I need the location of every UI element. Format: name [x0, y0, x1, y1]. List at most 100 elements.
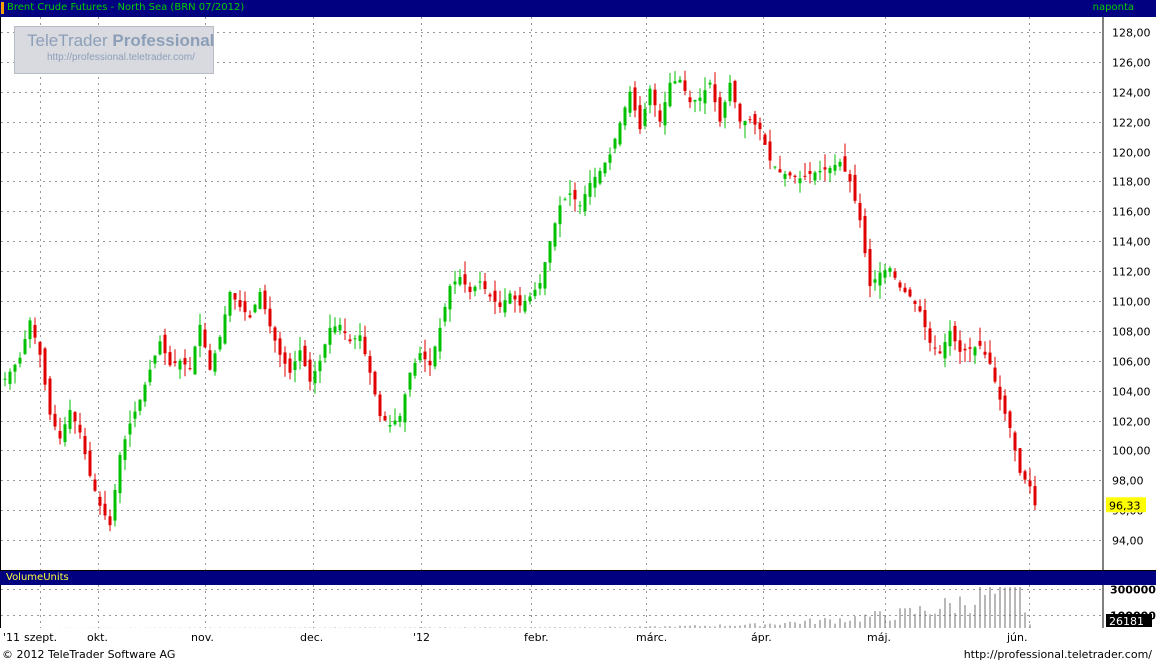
candle-down [733, 81, 737, 103]
date-tick-label: nov. [191, 631, 214, 644]
candle-down [893, 271, 897, 278]
copyright-text: © 2012 TeleTrader Software AG [2, 648, 176, 661]
candle-down [423, 351, 427, 360]
candle-up [563, 199, 567, 201]
date-tick-label: dec. [300, 631, 323, 644]
candle-up [68, 410, 72, 429]
candle-up [298, 350, 302, 361]
candle-up [648, 88, 652, 106]
candle-up [418, 353, 422, 360]
candle-down [823, 167, 827, 170]
date-axis-panel [0, 628, 1156, 644]
candle-up [358, 335, 362, 341]
candle-down [493, 290, 497, 302]
candle-down [108, 516, 112, 526]
candle-down [233, 293, 237, 300]
candle-up [693, 99, 697, 102]
candle-up [533, 289, 537, 297]
candle-down [933, 347, 937, 349]
candle-up [328, 327, 332, 345]
candle-down [288, 358, 292, 373]
date-tick-label: ápr. [751, 631, 772, 644]
candle-up [253, 304, 257, 313]
candle-up [113, 490, 117, 521]
candle-up [528, 296, 532, 302]
candle-down [348, 339, 352, 342]
price-tick-label: 100,00 [1112, 445, 1151, 458]
candle-up [943, 342, 947, 359]
date-tick-label: '11 [3, 631, 20, 644]
candle-down [978, 340, 982, 346]
candle-down [468, 286, 472, 293]
candle-down [748, 119, 752, 121]
chart-svg[interactable]: 128,00 126,00 124,00 122,00 120,00 118,00 116,… [0, 0, 1156, 664]
candle-down [808, 171, 812, 174]
candle-up [568, 193, 572, 195]
candle-down [688, 97, 692, 103]
candle-down [903, 287, 907, 293]
candle-down [863, 216, 867, 254]
candle-up [338, 324, 342, 331]
candle-down [428, 360, 432, 366]
candle-down [88, 450, 92, 476]
candle-down [308, 359, 312, 382]
candle-down [53, 413, 57, 427]
candle-down [998, 386, 1002, 400]
candle-up [353, 338, 357, 340]
candle-down [243, 301, 247, 313]
footer-url[interactable]: http://professional.teletrader.com/ [964, 648, 1152, 661]
candle-up [673, 81, 677, 84]
candle-down [653, 89, 657, 106]
candle-down [963, 348, 967, 351]
teletrader-watermark: TeleTrader Professional http://professio… [14, 26, 214, 74]
candle-down [778, 169, 782, 173]
candle-up [318, 360, 322, 372]
candle-down [848, 174, 852, 182]
candle-up [223, 314, 227, 344]
candle-up [408, 372, 412, 390]
candle-down [1003, 395, 1007, 414]
candle-down [683, 80, 687, 91]
candle-up [473, 286, 477, 292]
candle-down [343, 331, 347, 334]
candle-up [213, 353, 217, 372]
candle-down [968, 347, 972, 349]
candle-down [843, 156, 847, 172]
date-tick-label: márc. [636, 631, 667, 644]
candle-down [58, 430, 62, 439]
candle-down [1013, 432, 1017, 451]
volume-title-bar: VolumeUnits [0, 571, 1156, 585]
candle-up [128, 423, 132, 435]
candle-up [8, 371, 12, 384]
candle-up [323, 344, 327, 358]
candle-up [593, 176, 597, 188]
candle-down [103, 503, 107, 516]
candle-up [558, 205, 562, 225]
volume-label: VolumeUnits [6, 572, 69, 583]
candle-down [283, 352, 287, 364]
candle-down [483, 281, 487, 290]
candle-up [138, 399, 142, 411]
candle-down [803, 175, 807, 177]
candle-up [523, 300, 527, 312]
price-tick-label: 120,00 [1112, 147, 1151, 160]
candle-down [868, 248, 872, 287]
candle-down [633, 87, 637, 111]
date-tick-label: jún. [1006, 631, 1028, 644]
candle-up [668, 82, 672, 107]
candle-up [873, 279, 877, 283]
candle-up [698, 97, 702, 101]
candle-up [18, 357, 22, 364]
candle-up [503, 300, 507, 313]
price-panel [1, 17, 1103, 570]
candle-up [388, 425, 392, 427]
candle-down [263, 290, 267, 310]
candle-up [158, 341, 162, 355]
candle-down [73, 412, 77, 422]
date-tick-label: febr. [524, 631, 549, 644]
candle-up [413, 362, 417, 376]
candle-up [438, 327, 442, 352]
candle-up [478, 281, 482, 283]
candle-up [838, 161, 842, 167]
candle-up [583, 194, 587, 212]
